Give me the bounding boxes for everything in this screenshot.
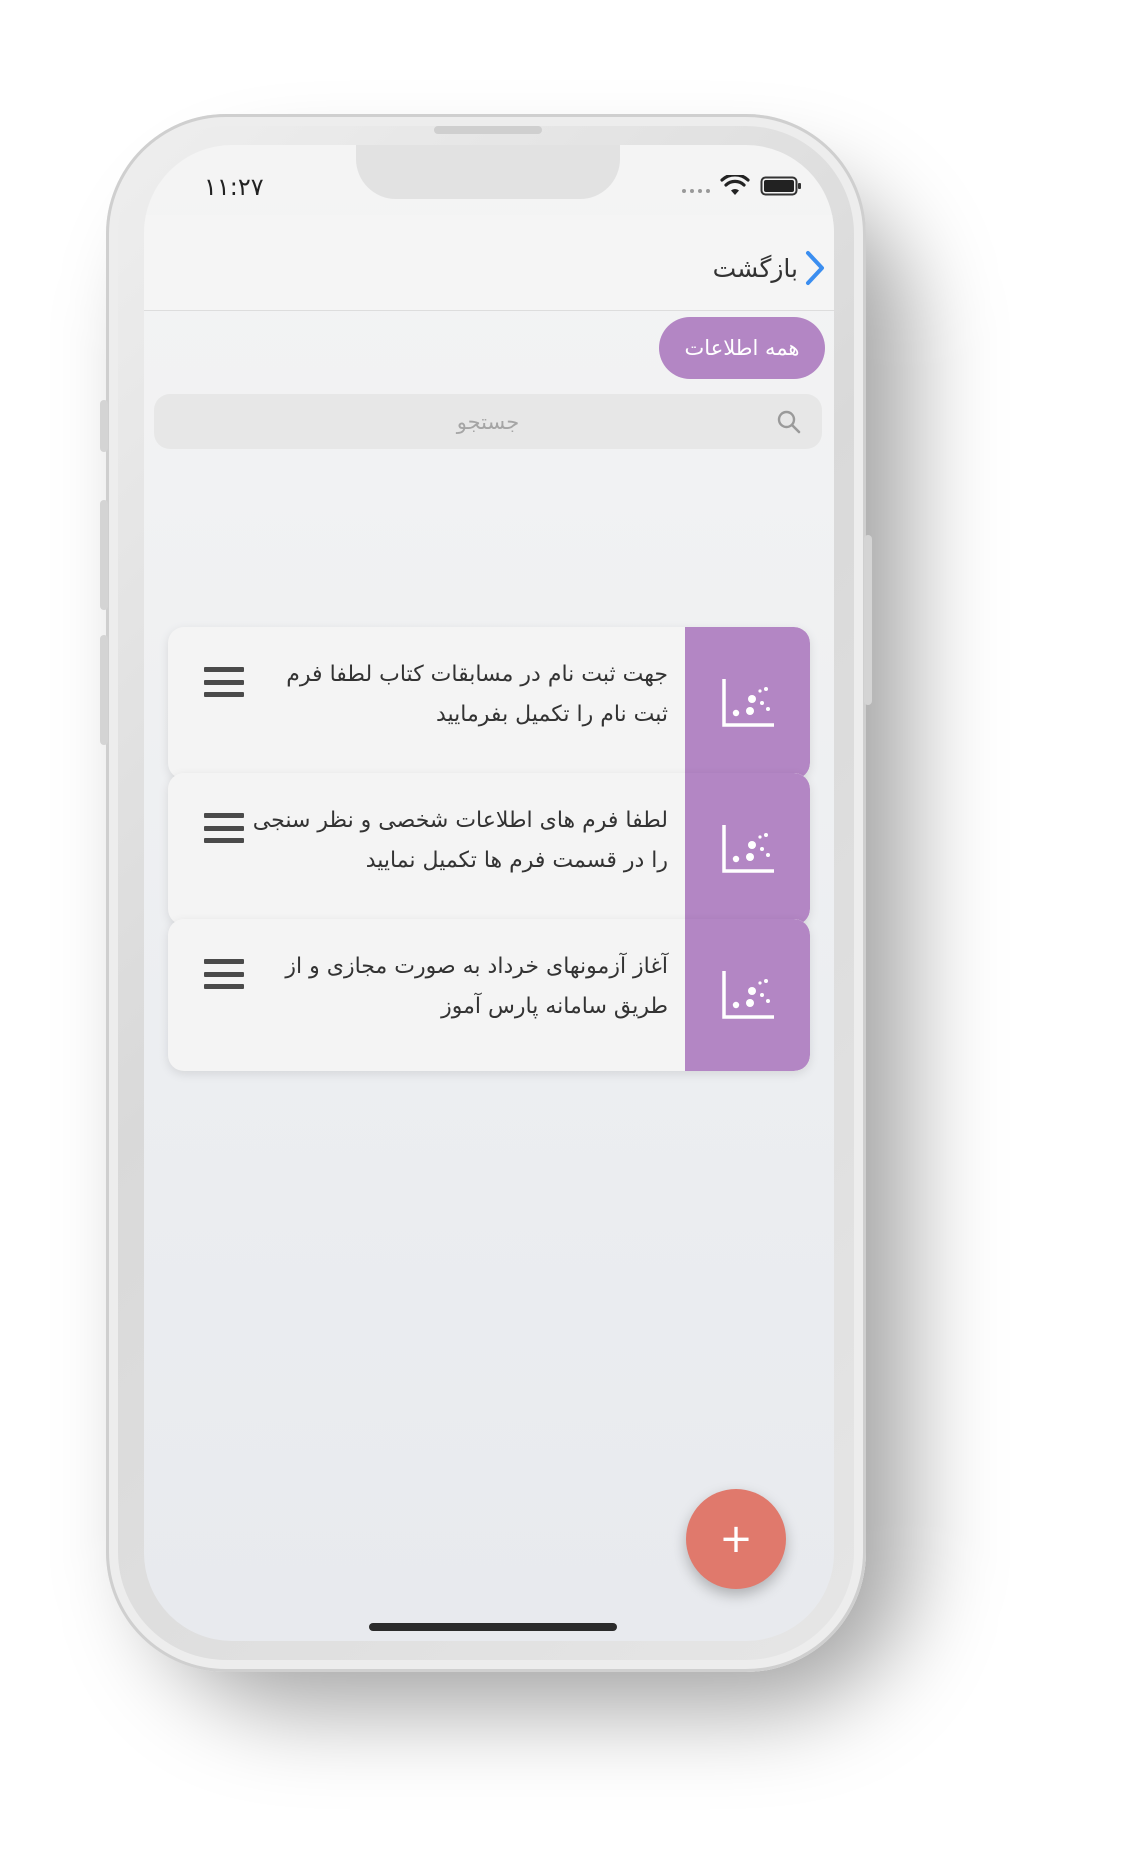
hamburger-menu-icon[interactable] — [204, 959, 244, 989]
chart-icon — [721, 679, 774, 727]
card-thumbnail — [685, 773, 810, 925]
chart-icon — [721, 825, 774, 873]
volume-up-button — [100, 500, 108, 610]
chart-icon — [721, 971, 774, 1019]
hamburger-menu-icon[interactable] — [204, 667, 244, 697]
screenshot-stage: ۱۱:۲۷ بازگشت همه اطلاعات جستجو جهت ثبت ن… — [0, 0, 1123, 1872]
notch — [356, 145, 620, 199]
phone-screen: ۱۱:۲۷ بازگشت همه اطلاعات جستجو جهت ثبت ن… — [144, 145, 834, 1641]
announcement-list: جهت ثبت نام در مسابقات کتاب لطفا فرم ثبت… — [144, 455, 834, 1641]
card-thumbnail — [685, 627, 810, 779]
back-label: بازگشت — [712, 253, 798, 283]
home-indicator[interactable] — [369, 1623, 617, 1631]
search-icon — [777, 410, 801, 434]
card-text: لطفا فرم های اطلاعات شخصی و نظر سنجی را … — [252, 808, 668, 873]
power-button — [864, 535, 872, 705]
speaker-slot — [434, 126, 542, 134]
search-input[interactable]: جستجو — [154, 394, 822, 449]
signal-dots-icon — [682, 179, 710, 193]
chevron-right-icon — [806, 251, 824, 285]
wifi-icon — [720, 175, 750, 195]
navigation-header: بازگشت — [144, 215, 834, 311]
list-item[interactable]: لطفا فرم های اطلاعات شخصی و نظر سنجی را … — [168, 773, 810, 925]
volume-down-button — [100, 635, 108, 745]
status-icons — [682, 175, 802, 197]
hamburger-menu-icon[interactable] — [204, 813, 244, 843]
battery-icon — [760, 176, 801, 196]
back-button[interactable]: بازگشت — [713, 249, 826, 287]
card-thumbnail — [685, 919, 810, 1071]
card-text: جهت ثبت نام در مسابقات کتاب لطفا فرم ثبت… — [286, 662, 668, 727]
add-button[interactable]: + — [686, 1489, 786, 1589]
search-placeholder: جستجو — [456, 409, 520, 434]
list-item[interactable]: آغاز آزمونهای خرداد به صورت مجازی و از ط… — [168, 919, 810, 1071]
card-text: آغاز آزمونهای خرداد به صورت مجازی و از ط… — [285, 954, 668, 1019]
filter-chip-all-info[interactable]: همه اطلاعات — [659, 317, 825, 379]
list-item[interactable]: جهت ثبت نام در مسابقات کتاب لطفا فرم ثبت… — [168, 627, 810, 779]
status-time: ۱۱:۲۷ — [204, 173, 264, 201]
mute-switch — [100, 400, 108, 452]
